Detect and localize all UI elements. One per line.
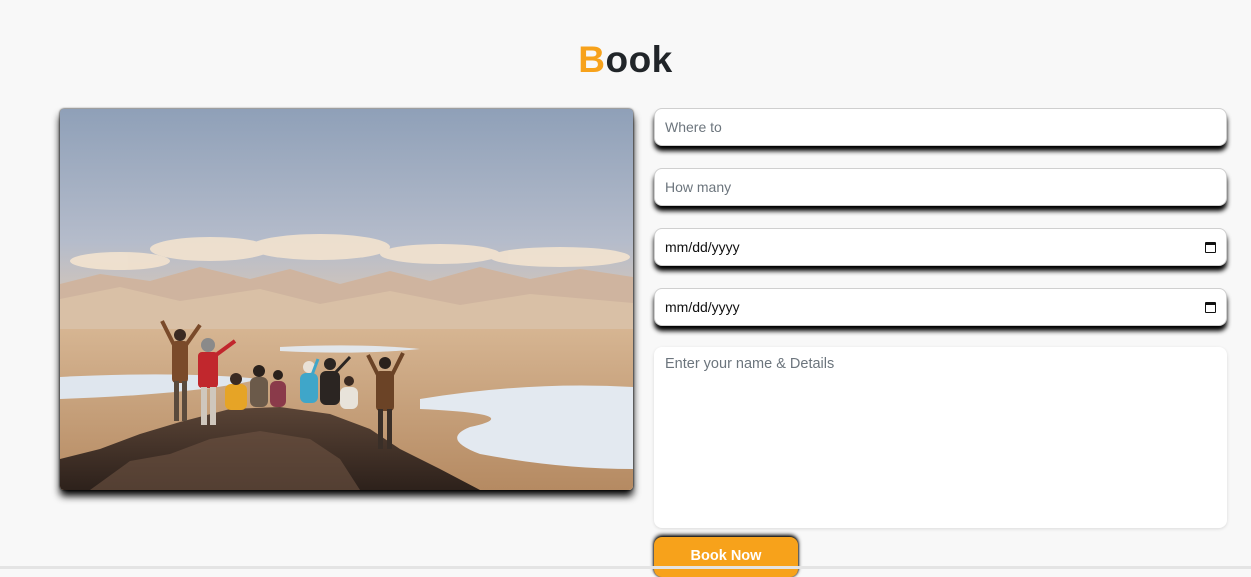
destination-placeholder: Where to: [665, 119, 722, 135]
departure-date-value: mm/dd/yyyy: [665, 299, 740, 315]
departure-date-input[interactable]: mm/dd/yyyy: [654, 288, 1227, 326]
guest-count-placeholder: How many: [665, 179, 732, 195]
heading-rest: ook: [605, 39, 673, 80]
arrival-date-value: mm/dd/yyyy: [665, 239, 740, 255]
details-placeholder: Enter your name & Details: [665, 356, 835, 372]
details-textarea[interactable]: Enter your name & Details: [654, 347, 1227, 528]
book-now-button[interactable]: Book Now: [654, 537, 798, 577]
calendar-icon[interactable]: [1205, 301, 1216, 313]
section-heading: Book: [0, 38, 1251, 82]
arrival-date-input[interactable]: mm/dd/yyyy: [654, 228, 1227, 266]
booking-hero-photo: [60, 109, 633, 490]
destination-input[interactable]: Where to: [654, 108, 1227, 146]
heading-accent-letter: B: [578, 39, 606, 80]
calendar-icon[interactable]: [1205, 241, 1216, 253]
guest-count-input[interactable]: How many: [654, 168, 1227, 206]
